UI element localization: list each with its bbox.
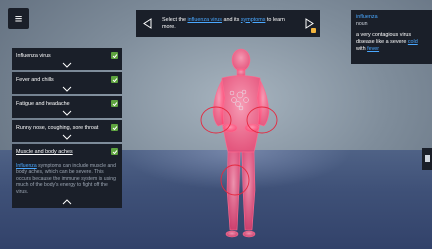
symptom-description: Influenza symptoms can include muscle an… [16, 163, 120, 195]
symptom-item-influenza-virus[interactable]: Influenza virus [12, 48, 122, 70]
symptom-list: Influenza virus Fever and chills Fatigue… [12, 48, 122, 210]
previous-button[interactable] [136, 10, 158, 37]
checkmark-icon [111, 124, 118, 131]
symptom-item-muscle-aches[interactable]: Muscle and body aches Influenza symptoms… [12, 144, 122, 208]
definition-panel: influenza noun a very contagious virus d… [351, 10, 432, 64]
influenza-link[interactable]: Influenza [16, 163, 37, 169]
instruction-bar: Select the influenza virus and its sympt… [136, 10, 320, 37]
symptom-label: Influenza virus [16, 53, 51, 59]
influenza-virus-link[interactable]: influenza virus [187, 17, 221, 23]
symptom-label: Fever and chills [16, 77, 54, 83]
chevron-down-icon[interactable] [62, 62, 72, 68]
fever-link[interactable]: fever [367, 46, 379, 52]
symptom-label: Muscle and body aches [16, 149, 73, 155]
checkmark-icon [111, 148, 118, 155]
lock-badge-icon [311, 28, 316, 33]
chevron-up-icon[interactable] [62, 199, 72, 205]
chevron-down-icon[interactable] [62, 110, 72, 116]
cold-link[interactable]: cold [408, 39, 418, 45]
side-panel-tab[interactable] [422, 148, 432, 170]
symptom-label: Fatigue and headache [16, 101, 70, 107]
chevron-down-icon[interactable] [62, 134, 72, 140]
definition-part-of-speech: noun [356, 21, 368, 27]
checkmark-icon [111, 76, 118, 83]
next-button[interactable] [298, 10, 320, 37]
symptom-item-fever-chills[interactable]: Fever and chills [12, 72, 122, 94]
hamburger-menu-icon: ≡ [14, 11, 23, 26]
definition-text: a very contagious virus disease like a s… [356, 32, 427, 53]
triangle-left-icon [142, 18, 151, 29]
panel-icon [425, 155, 430, 162]
instruction-text: Select the influenza virus and its sympt… [158, 17, 298, 31]
symptom-item-runny-nose[interactable]: Runny nose, coughing, sore throat [12, 120, 122, 142]
chevron-down-icon[interactable] [62, 86, 72, 92]
definition-text-part: a very contagious virus disease like a s… [356, 32, 412, 45]
checkmark-icon [111, 52, 118, 59]
human-body-model[interactable] [180, 40, 300, 245]
definition-term: influenza [356, 14, 378, 20]
symptom-label: Runny nose, coughing, sore throat [16, 125, 99, 131]
symptoms-link[interactable]: symptoms [241, 17, 266, 23]
definition-text-part: with [356, 46, 368, 52]
menu-button[interactable]: ≡ [8, 8, 29, 29]
symptom-item-fatigue-headache[interactable]: Fatigue and headache [12, 96, 122, 118]
instruction-text-part: Select the [162, 16, 188, 23]
instruction-text-part: and its [221, 16, 241, 23]
checkmark-icon [111, 100, 118, 107]
